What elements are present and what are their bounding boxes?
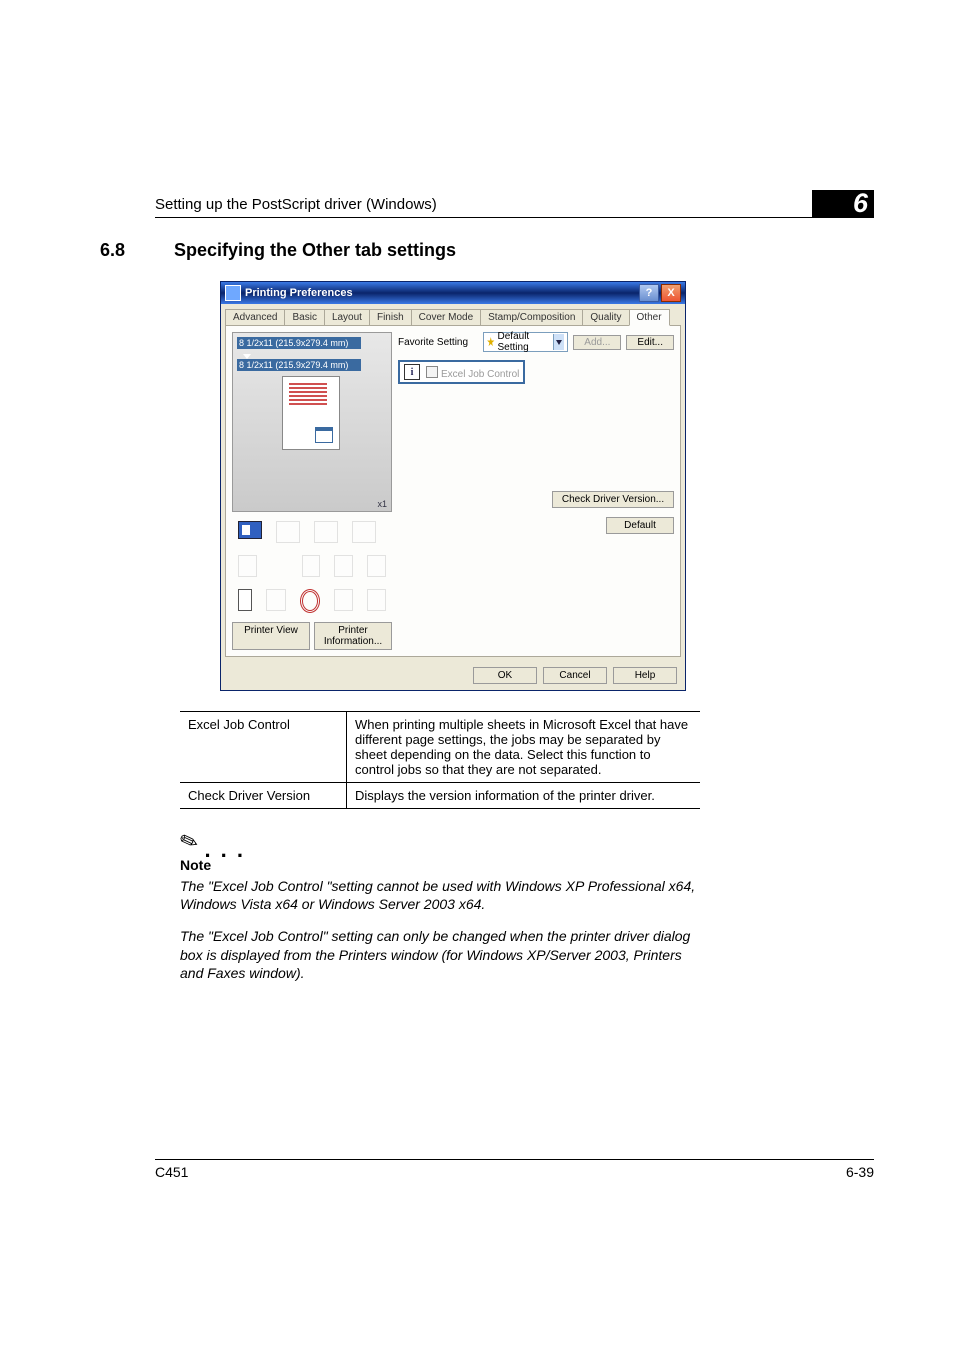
paper-preview-icon — [282, 376, 340, 450]
ellipsis-icon: . . . — [204, 845, 245, 855]
option-iconbar: i Excel Job Control — [398, 360, 525, 384]
output-size-bar: 8 1/2x11 (215.9x279.4 mm) — [237, 359, 361, 371]
lock-icon — [352, 521, 376, 543]
section-number: 6.8 — [100, 240, 150, 261]
folder-icon — [314, 521, 338, 543]
edit-favorite-button[interactable]: Edit... — [626, 335, 674, 350]
header-setup-text: Setting up the PostScript driver (Window… — [155, 196, 437, 213]
footer-model: C451 — [155, 1164, 188, 1180]
section-title: Specifying the Other tab settings — [174, 240, 456, 261]
chapter-number-badge: 6 — [812, 190, 874, 217]
titlebar-close-button[interactable]: X — [661, 284, 681, 302]
titlebar-help-button[interactable]: ? — [639, 284, 659, 302]
default-button[interactable]: Default — [606, 517, 674, 534]
monitor-icon[interactable] — [238, 521, 262, 539]
info-icon[interactable]: i — [404, 364, 420, 380]
printing-preferences-window: Printing Preferences ? X Advanced Basic … — [220, 281, 686, 691]
star-icon — [487, 337, 495, 347]
app-icon — [225, 285, 241, 301]
globe-icon — [367, 555, 386, 577]
window-title: Printing Preferences — [245, 287, 353, 299]
check-driver-version-button[interactable]: Check Driver Version... — [552, 491, 674, 508]
tab-cover-mode[interactable]: Cover Mode — [411, 309, 481, 325]
td-excel-label: Excel Job Control — [180, 712, 347, 783]
note-paragraph-2: The "Excel Job Control" setting can only… — [180, 927, 700, 982]
tab-other[interactable]: Other — [629, 309, 670, 326]
table-row: Check Driver Version Displays the versio… — [180, 783, 700, 809]
list-icon — [367, 589, 386, 611]
grid-icon — [334, 555, 353, 577]
gear-icon[interactable] — [300, 589, 320, 613]
calendar-icon — [315, 427, 333, 443]
tab-stamp-composition[interactable]: Stamp/Composition — [480, 309, 583, 325]
ok-button[interactable]: OK — [473, 667, 537, 684]
resize-icon — [334, 589, 353, 611]
help-button[interactable]: Help — [613, 667, 677, 684]
page-icon[interactable] — [238, 589, 252, 611]
pen-icon: ✎ — [176, 827, 202, 858]
icon-box-1 — [276, 521, 300, 543]
cancel-button[interactable]: Cancel — [543, 667, 607, 684]
favorite-setting-label: Favorite Setting — [398, 337, 478, 348]
zoom-indicator: x1 — [377, 499, 387, 509]
td-check-label: Check Driver Version — [180, 783, 347, 809]
chevron-down-icon[interactable] — [553, 334, 565, 350]
excel-job-control-checkbox[interactable] — [426, 366, 438, 378]
note-paragraph-1: The "Excel Job Control "setting cannot b… — [180, 877, 700, 913]
tab-advanced[interactable]: Advanced — [225, 309, 285, 325]
page-preview-panel: 8 1/2x11 (215.9x279.4 mm) 8 1/2x11 (215.… — [232, 332, 392, 512]
favorite-setting-value: Default Setting — [498, 331, 547, 353]
copies-icon — [238, 555, 257, 577]
printer-information-button[interactable]: Printer Information... — [314, 622, 392, 650]
tab-finish[interactable]: Finish — [369, 309, 412, 325]
td-check-desc: Displays the version information of the … — [347, 783, 701, 809]
tab-basic[interactable]: Basic — [284, 309, 324, 325]
excel-job-control-label: Excel Job Control — [441, 369, 519, 380]
table-row: Excel Job Control When printing multiple… — [180, 712, 700, 783]
letter-a-icon — [302, 555, 321, 577]
note-heading: Note — [180, 857, 874, 873]
person-icon — [266, 589, 285, 611]
printer-view-button[interactable]: Printer View — [232, 622, 310, 650]
original-size-bar: 8 1/2x11 (215.9x279.4 mm) — [237, 337, 361, 349]
favorite-setting-combo[interactable]: Default Setting — [483, 332, 568, 352]
tab-quality[interactable]: Quality — [582, 309, 629, 325]
tab-strip: Advanced Basic Layout Finish Cover Mode … — [221, 304, 685, 325]
footer-page-number: 6-39 — [846, 1164, 874, 1180]
td-excel-desc: When printing multiple sheets in Microso… — [347, 712, 701, 783]
settings-description-table: Excel Job Control When printing multiple… — [180, 711, 700, 809]
add-favorite-button: Add... — [573, 335, 621, 350]
tab-layout[interactable]: Layout — [324, 309, 370, 325]
